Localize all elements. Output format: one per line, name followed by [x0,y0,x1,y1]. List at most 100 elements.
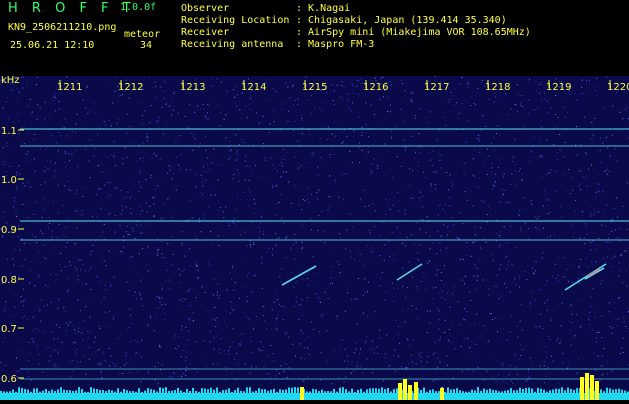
noise-speck [327,330,328,331]
spectrum-bar [156,392,158,394]
noise-speck [92,216,93,217]
noise-speck [243,312,244,313]
noise-speck [47,139,48,140]
noise-speck [460,212,461,213]
noise-speck [525,209,526,210]
noise-speck [304,358,305,359]
noise-speck [363,295,364,296]
noise-speck [164,81,165,82]
noise-speck [545,99,546,100]
noise-speck [411,136,412,137]
spectrum-bar [498,391,500,393]
noise-speck [265,157,266,158]
noise-speck [493,185,494,186]
noise-speck [497,275,498,276]
noise-speck [348,108,349,109]
noise-speck [164,204,165,205]
noise-speck [3,341,4,342]
noise-speck [138,354,139,355]
noise-speck [13,265,14,266]
noise-speck [404,120,405,121]
noise-speck [562,294,563,295]
spectrum-bar [21,388,23,393]
noise-speck [180,299,181,300]
noise-speck [86,283,87,284]
noise-speck [409,168,410,169]
noise-speck [475,186,476,187]
noise-speck [407,339,408,340]
noise-speck [444,96,445,97]
noise-speck [466,242,467,243]
spectrum-bar [126,390,128,393]
noise-speck [78,279,79,280]
noise-speck [38,308,39,309]
noise-speck [207,104,208,105]
noise-speck [295,234,296,235]
noise-speck [10,166,11,167]
spectrum-bar [438,391,440,393]
noise-speck [7,146,8,147]
noise-speck [530,306,531,307]
noise-speck [489,313,490,314]
noise-speck [275,186,276,187]
noise-speck [102,171,103,172]
noise-speck [491,143,492,144]
noise-speck [600,283,601,284]
noise-speck [167,243,168,244]
noise-speck [537,228,538,229]
noise-speck [559,280,560,281]
noise-speck [610,155,611,156]
noise-speck [130,266,131,267]
noise-speck [247,275,248,276]
noise-speck [354,259,355,260]
noise-speck [627,182,628,183]
noise-speck [582,80,583,81]
noise-speck [494,286,495,287]
noise-speck [220,352,221,353]
noise-speck [30,99,31,100]
noise-speck [129,97,130,98]
noise-speck [548,213,549,214]
noise-speck [368,136,369,137]
noise-speck [466,142,467,143]
spectrum-bar [111,390,113,393]
noise-speck [609,242,610,243]
noise-speck [196,238,197,239]
noise-speck [412,93,413,94]
noise-speck [331,146,332,147]
noise-speck [55,110,56,111]
noise-speck [405,209,406,210]
noise-speck [443,117,444,118]
noise-speck [405,150,406,151]
noise-speck [292,344,293,345]
noise-speck [308,284,309,285]
spectrum-bar [210,388,212,393]
noise-speck [342,340,343,341]
spectrum-bar [519,388,521,393]
noise-speck [240,370,241,371]
noise-speck [295,259,296,260]
noise-speck [374,353,375,354]
noise-speck [493,260,494,261]
noise-speck [571,144,572,145]
noise-speck [318,230,319,231]
noise-speck [596,332,597,333]
noise-speck [452,293,453,294]
noise-speck [530,302,531,303]
noise-speck [347,356,348,357]
noise-speck [625,109,626,110]
noise-speck [364,265,365,266]
noise-speck [270,383,271,384]
noise-speck [189,104,190,105]
noise-speck [353,93,354,94]
noise-speck [432,381,433,382]
noise-speck [279,202,280,203]
noise-speck [597,95,598,96]
noise-speck [500,264,501,265]
noise-speck [348,282,349,283]
noise-speck [28,342,29,343]
noise-speck [427,216,428,217]
noise-speck [519,279,520,280]
noise-speck [261,222,262,223]
noise-speck [557,281,558,282]
